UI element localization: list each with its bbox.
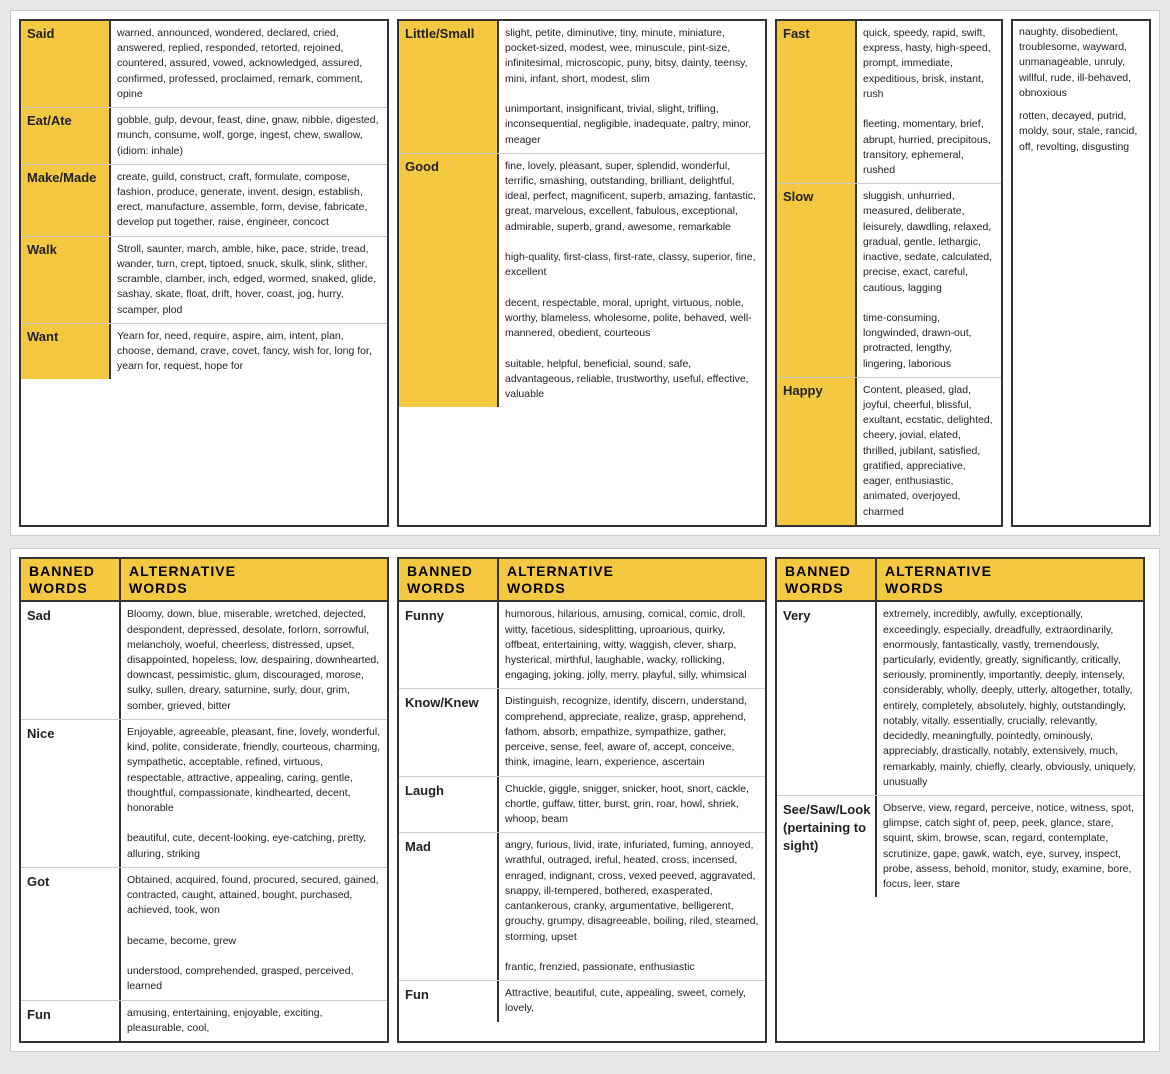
bw-alts-0-2: Obtained, acquired, found, procured, sec… [121, 868, 387, 1000]
bw-alts-1-2: Chuckle, giggle, snigger, snicker, hoot,… [499, 777, 765, 833]
mid-card-word-0: Little/Small [399, 21, 499, 153]
bw-word-1-1: Know/Knew [399, 689, 499, 775]
bw-word-2-1: See/Saw/Look (pertaining to sight) [777, 796, 877, 897]
top-mid-card-0: Little/Smallslight, petite, diminutive, … [399, 21, 765, 154]
banned-header-0: BANNED WORDS [21, 559, 121, 601]
card-word-3: Walk [21, 237, 111, 323]
right-card-alts-0: quick, speedy, rapid, swift, express, ha… [857, 21, 1001, 183]
top-section: Saidwarned, announced, wondered, declare… [10, 10, 1160, 536]
bw-entry-1-2: LaughChuckle, giggle, snigger, snicker, … [399, 777, 765, 834]
top-right2-col: naughty, disobedient, troublesome, waywa… [1011, 19, 1151, 527]
top-right-card-2: HappyContent, pleased, glad, joyful, che… [777, 378, 1001, 525]
right-card-word-0: Fast [777, 21, 857, 183]
bw-header-row-1: BANNED WORDSALTERNATIVE WORDS [399, 559, 765, 603]
bw-entry-0-2: GotObtained, acquired, found, procured, … [21, 868, 387, 1001]
alt-header-1: ALTERNATIVE WORDS [499, 559, 765, 601]
bw-word-0-1: Nice [21, 720, 121, 867]
bw-word-1-2: Laugh [399, 777, 499, 833]
page: Saidwarned, announced, wondered, declare… [0, 0, 1170, 1074]
card-alts-1: gobble, gulp, devour, feast, dine, gnaw,… [111, 108, 387, 164]
card-word-1: Eat/Ate [21, 108, 111, 164]
right-card-alts-1: sluggish, unhurried, measured, deliberat… [857, 184, 1001, 377]
bw-word-0-2: Got [21, 868, 121, 1000]
banned-header-1: BANNED WORDS [399, 559, 499, 601]
alt-header-0: ALTERNATIVE WORDS [121, 559, 387, 601]
right-card-word-1: Slow [777, 184, 857, 377]
bw-entry-1-1: Know/KnewDistinguish, recognize, identif… [399, 689, 765, 776]
mid-card-alts-0: slight, petite, diminutive, tiny, minute… [499, 21, 765, 153]
bw-entry-0-1: NiceEnjoyable, agreeable, pleasant, fine… [21, 720, 387, 868]
bw-entry-0-3: Funamusing, entertaining, enjoyable, exc… [21, 1001, 387, 1041]
top-right-card-0: Fastquick, speedy, rapid, swift, express… [777, 21, 1001, 184]
bw-entry-1-0: Funnyhumorous, hilarious, amusing, comic… [399, 602, 765, 689]
mid-card-alts-1: fine, lovely, pleasant, super, splendid,… [499, 154, 765, 408]
bw-word-1-0: Funny [399, 602, 499, 688]
bw-alts-0-0: Bloomy, down, blue, miserable, wretched,… [121, 602, 387, 719]
bw-header-row-0: BANNED WORDSALTERNATIVE WORDS [21, 559, 387, 603]
bw-entry-0-0: SadBloomy, down, blue, miserable, wretch… [21, 602, 387, 720]
top-left-card-1: Eat/Ategobble, gulp, devour, feast, dine… [21, 108, 387, 165]
bw-alts-0-3: amusing, entertaining, enjoyable, exciti… [121, 1001, 387, 1041]
bw-alts-1-4: Attractive, beautiful, cute, appealing, … [499, 981, 765, 1021]
top-left-card-0: Saidwarned, announced, wondered, declare… [21, 21, 387, 108]
card-alts-0: warned, announced, wondered, declared, c… [111, 21, 387, 107]
card-word-0: Said [21, 21, 111, 107]
bw-alts-2-1: Observe, view, regard, perceive, notice,… [877, 796, 1143, 897]
bw-entry-2-1: See/Saw/Look (pertaining to sight)Observ… [777, 796, 1143, 897]
banned-header-2: BANNED WORDS [777, 559, 877, 601]
bw-entry-1-3: Madangry, furious, livid, irate, infuria… [399, 833, 765, 981]
bw-alts-1-3: angry, furious, livid, irate, infuriated… [499, 833, 765, 980]
bw-alts-0-1: Enjoyable, agreeable, pleasant, fine, lo… [121, 720, 387, 867]
right-card-word-2: Happy [777, 378, 857, 525]
card-word-4: Want [21, 324, 111, 380]
card-alts-3: Stroll, saunter, march, amble, hike, pac… [111, 237, 387, 323]
top-left-card-3: WalkStroll, saunter, march, amble, hike,… [21, 237, 387, 324]
bottom-section: BANNED WORDSALTERNATIVE WORDSSadBloomy, … [10, 548, 1160, 1052]
bw-alts-2-0: extremely, incredibly, awfully, exceptio… [877, 602, 1143, 795]
card-alts-2: create, guild, construct, craft, formula… [111, 165, 387, 236]
bw-entry-1-4: FunAttractive, beautiful, cute, appealin… [399, 981, 765, 1021]
top-mid-card-1: Goodfine, lovely, pleasant, super, splen… [399, 154, 765, 408]
bw-header-row-2: BANNED WORDSALTERNATIVE WORDS [777, 559, 1143, 603]
bw-entry-2-0: Veryextremely, incredibly, awfully, exce… [777, 602, 1143, 796]
bw-word-1-4: Fun [399, 981, 499, 1021]
banned-words-card-2: BANNED WORDSALTERNATIVE WORDSVeryextreme… [775, 557, 1145, 1043]
right-card-alts-2: Content, pleased, glad, joyful, cheerful… [857, 378, 1001, 525]
bw-alts-1-1: Distinguish, recognize, identify, discer… [499, 689, 765, 775]
top-left-card-4: WantYearn for, need, require, aspire, ai… [21, 324, 387, 380]
top-left-card-2: Make/Madecreate, guild, construct, craft… [21, 165, 387, 237]
top-right-card-1: Slowsluggish, unhurried, measured, delib… [777, 184, 1001, 378]
bw-word-0-3: Fun [21, 1001, 121, 1041]
bw-word-2-0: Very [777, 602, 877, 795]
bw-word-0-0: Sad [21, 602, 121, 719]
mid-card-word-1: Good [399, 154, 499, 408]
banned-words-card-0: BANNED WORDSALTERNATIVE WORDSSadBloomy, … [19, 557, 389, 1043]
bw-alts-1-0: humorous, hilarious, amusing, comical, c… [499, 602, 765, 688]
alt-header-2: ALTERNATIVE WORDS [877, 559, 1143, 601]
extra-right-item-1: rotten, decayed, putrid, moldy, sour, st… [1019, 109, 1143, 155]
bw-word-1-3: Mad [399, 833, 499, 980]
card-alts-4: Yearn for, need, require, aspire, aim, i… [111, 324, 387, 380]
card-word-2: Make/Made [21, 165, 111, 236]
extra-right-item-0: naughty, disobedient, troublesome, waywa… [1019, 25, 1143, 101]
banned-words-card-1: BANNED WORDSALTERNATIVE WORDSFunnyhumoro… [397, 557, 767, 1043]
